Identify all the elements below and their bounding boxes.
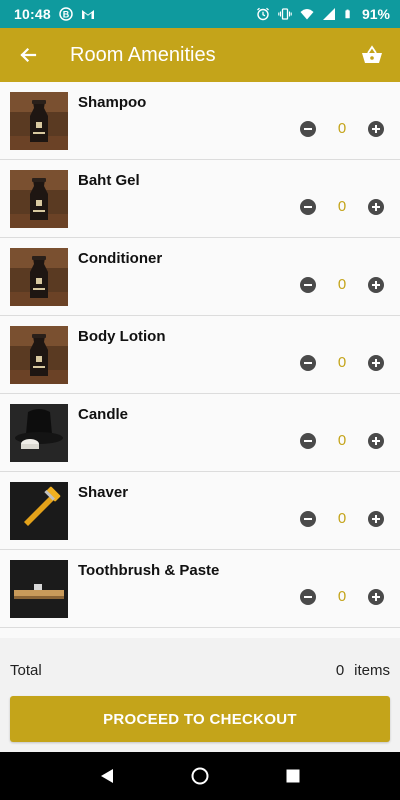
plus-icon bbox=[372, 358, 380, 367]
total-label: Total bbox=[10, 662, 42, 679]
system-nav-bar bbox=[0, 752, 400, 800]
item-name: Conditioner bbox=[78, 250, 163, 267]
item-name: Toothbrush & Paste bbox=[78, 562, 220, 579]
item-thumbnail bbox=[10, 92, 68, 150]
item-quantity: 0 bbox=[337, 588, 347, 605]
increase-quantity-button[interactable] bbox=[368, 276, 384, 293]
basket-icon bbox=[362, 45, 382, 63]
nav-back-button[interactable] bbox=[87, 756, 127, 796]
list-item: Candle 0 bbox=[0, 394, 400, 472]
nav-home-button[interactable] bbox=[180, 756, 220, 796]
item-name: Candle bbox=[78, 406, 129, 423]
minus-icon bbox=[304, 439, 312, 442]
item-quantity: 0 bbox=[337, 432, 347, 449]
alarm-icon bbox=[257, 7, 269, 21]
minus-icon bbox=[304, 283, 312, 286]
item-name: Shampoo bbox=[78, 94, 147, 111]
item-quantity: 0 bbox=[337, 276, 347, 293]
list-item: Body Lotion 0 bbox=[0, 316, 400, 394]
status-time: 10:48 bbox=[14, 6, 51, 22]
decrease-quantity-button[interactable] bbox=[300, 432, 316, 449]
decrease-quantity-button[interactable] bbox=[300, 276, 316, 293]
decrease-quantity-button[interactable] bbox=[300, 354, 316, 371]
square-recents-icon bbox=[286, 769, 300, 783]
item-name: Shaver bbox=[78, 484, 129, 501]
plus-icon bbox=[372, 514, 380, 523]
battery-icon bbox=[345, 9, 350, 19]
signal-icon bbox=[322, 8, 335, 20]
list-item: Baht Gel 0 bbox=[0, 160, 400, 238]
vibrate-icon bbox=[278, 8, 292, 20]
list-item: Toothbrush & Paste 0 bbox=[0, 550, 400, 628]
item-thumbnail bbox=[10, 560, 68, 618]
plus-icon bbox=[372, 202, 380, 211]
checkout-button[interactable]: PROCEED TO CHECKOUT bbox=[10, 696, 390, 742]
amenities-list: Shampoo 0 Baht Gel 0 Conditioner 0 Body Lotion… bbox=[0, 82, 400, 638]
item-thumbnail bbox=[10, 482, 68, 540]
item-name: Body Lotion bbox=[78, 328, 166, 345]
list-item: Shampoo 0 bbox=[0, 82, 400, 160]
plus-icon bbox=[372, 280, 380, 289]
battery-percent: 91% bbox=[361, 6, 390, 22]
increase-quantity-button[interactable] bbox=[368, 510, 384, 527]
minus-icon bbox=[304, 361, 312, 364]
item-thumbnail bbox=[10, 170, 68, 228]
item-quantity: 0 bbox=[337, 120, 347, 137]
item-thumbnail bbox=[10, 248, 68, 306]
plus-icon bbox=[372, 124, 380, 133]
nav-recents-button[interactable] bbox=[273, 756, 313, 796]
item-quantity: 0 bbox=[337, 198, 347, 215]
circle-home-icon bbox=[191, 767, 209, 785]
list-item: Shaver 0 bbox=[0, 472, 400, 550]
items-label: items bbox=[354, 662, 390, 679]
cart-button[interactable] bbox=[344, 28, 400, 82]
status-bar: 10:48 B 91% bbox=[0, 0, 400, 28]
decrease-quantity-button[interactable] bbox=[300, 588, 316, 605]
item-quantity: 0 bbox=[337, 510, 347, 527]
page-title: Room Amenities bbox=[70, 43, 216, 66]
minus-icon bbox=[304, 595, 312, 598]
plus-icon bbox=[372, 592, 380, 601]
triangle-back-icon bbox=[100, 769, 113, 783]
gmail-icon bbox=[81, 10, 94, 19]
increase-quantity-button[interactable] bbox=[368, 432, 384, 449]
wifi-icon bbox=[300, 9, 314, 20]
item-name: Baht Gel bbox=[78, 172, 140, 189]
increase-quantity-button[interactable] bbox=[368, 120, 384, 137]
increase-quantity-button[interactable] bbox=[368, 354, 384, 371]
increase-quantity-button[interactable] bbox=[368, 588, 384, 605]
decrease-quantity-button[interactable] bbox=[300, 198, 316, 215]
svg-text:B: B bbox=[63, 10, 70, 20]
decrease-quantity-button[interactable] bbox=[300, 120, 316, 137]
plus-icon bbox=[372, 436, 380, 445]
decrease-quantity-button[interactable] bbox=[300, 510, 316, 527]
minus-icon bbox=[304, 517, 312, 520]
item-thumbnail bbox=[10, 326, 68, 384]
increase-quantity-button[interactable] bbox=[368, 198, 384, 215]
back-button[interactable] bbox=[0, 28, 56, 82]
minus-icon bbox=[304, 205, 312, 208]
total-bar: Total 0 items PROCEED TO CHECKOUT bbox=[0, 638, 400, 752]
minus-icon bbox=[304, 127, 312, 130]
total-count: 0 bbox=[335, 662, 345, 679]
item-thumbnail bbox=[10, 404, 68, 462]
app-bar: Room Amenities bbox=[0, 28, 400, 82]
arrow-back-icon bbox=[20, 47, 37, 63]
list-item: Conditioner 0 bbox=[0, 238, 400, 316]
list-item bbox=[0, 628, 400, 638]
b-badge-icon: B bbox=[59, 7, 73, 21]
item-quantity: 0 bbox=[337, 354, 347, 371]
